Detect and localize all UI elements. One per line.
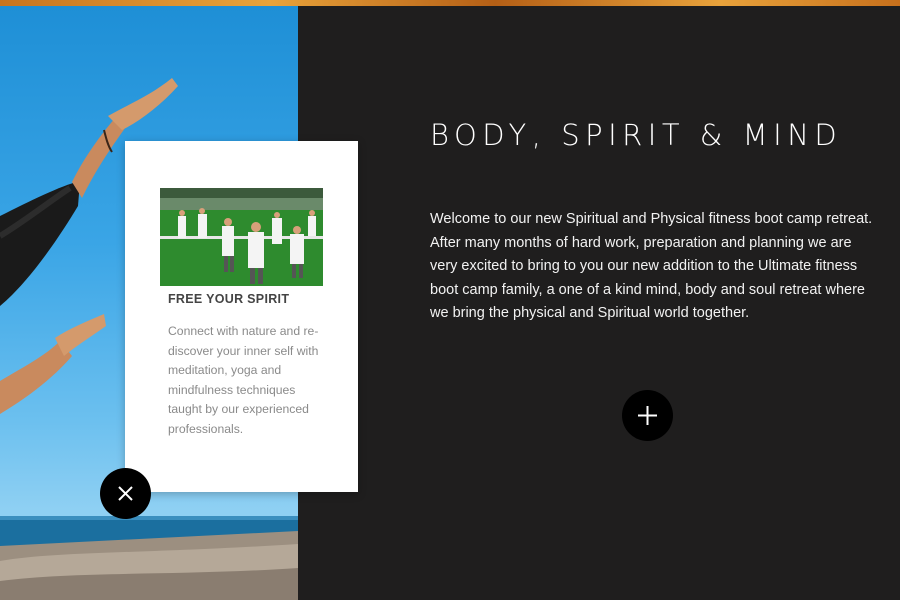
plus-icon [638,406,657,425]
section-intro-text: Welcome to our new Spiritual and Physica… [430,211,873,321]
card-group-photo [160,188,323,286]
close-card-button[interactable] [100,468,151,519]
card-description: Connect with nature and re-discover your… [168,324,319,436]
expand-button[interactable] [622,390,673,441]
feature-card: FREE YOUR SPIRIT Connect with nature and… [125,141,358,492]
close-icon [118,486,133,501]
card-title: FREE YOUR SPIRIT [168,292,290,306]
section-title: BODY, SPIRIT & MIND [430,118,843,152]
